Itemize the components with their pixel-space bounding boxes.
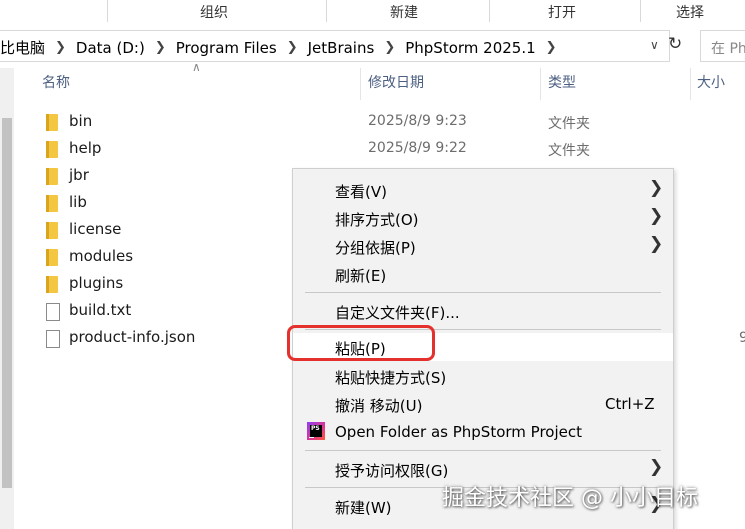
chevron-right-icon[interactable]: ❯ — [149, 40, 172, 55]
folder-icon — [46, 195, 58, 212]
chevron-right-icon[interactable]: ❯ — [281, 40, 304, 55]
chevron-right-icon[interactable]: ❯ — [378, 40, 401, 55]
refresh-icon[interactable]: ↻ — [668, 34, 682, 54]
json-file-icon — [46, 330, 60, 348]
chevron-right-icon[interactable]: ❯ — [540, 40, 563, 55]
breadcrumb-data-drive[interactable]: Data (D:) — [72, 39, 149, 57]
highlight-annotation — [287, 325, 435, 361]
menu-item-refresh[interactable]: 刷新(E) — [293, 260, 673, 288]
file-type: 文件夹 — [548, 143, 590, 159]
file-name: product-info.json — [69, 328, 196, 346]
file-name: jbr — [69, 166, 89, 184]
scrollbar-thumb[interactable] — [2, 118, 12, 488]
menu-separator — [305, 450, 661, 451]
menu-item-open-phpstorm[interactable]: PS Open Folder as PhpStorm Project — [293, 418, 673, 446]
chevron-down-icon[interactable]: ∨ — [650, 38, 659, 52]
column-header-size[interactable]: 大小 — [697, 72, 725, 98]
menu-item-label: Open Folder as PhpStorm Project — [335, 423, 582, 441]
menu-item-label: 粘贴快捷方式(S) — [335, 369, 447, 387]
address-bar[interactable]: 比电脑 ❯ Data (D:) ❯ Program Files ❯ JetBra… — [0, 30, 670, 62]
list-item[interactable]: bin 2025/8/9 9:23 文件夹 — [40, 109, 700, 136]
menu-item-sort-by[interactable]: 排序方式(O) ❯ — [293, 204, 673, 232]
file-size: 9 — [739, 330, 745, 346]
menu-separator — [305, 292, 661, 293]
folder-icon — [46, 141, 58, 158]
folder-icon — [46, 114, 58, 131]
menu-item-label: 分组依据(P) — [335, 239, 416, 257]
ribbon-group-select[interactable]: 选择 — [676, 2, 704, 22]
chevron-right-icon: ❯ — [649, 206, 664, 226]
breadcrumb-phpstorm[interactable]: PhpStorm 2025.1 — [401, 39, 539, 57]
folder-icon — [46, 249, 58, 266]
menu-item-group-by[interactable]: 分组依据(P) ❯ — [293, 232, 673, 260]
column-divider[interactable] — [360, 68, 361, 100]
menu-item-give-access[interactable]: 授予访问权限(G) ❯ — [293, 455, 673, 483]
file-name: license — [69, 220, 122, 238]
menu-item-customize-folder[interactable]: 自定义文件夹(F)... — [293, 297, 673, 325]
breadcrumb: 比电脑 ❯ Data (D:) ❯ Program Files ❯ JetBra… — [0, 37, 563, 58]
sort-ascending-icon: ∧ — [192, 60, 201, 74]
file-name: help — [69, 139, 102, 157]
ribbon: 组织 新建 打开 选择 — [0, 0, 745, 24]
ribbon-group-open[interactable]: 打开 — [548, 2, 576, 22]
text-file-icon — [46, 303, 60, 321]
nav-pane-scrollbar[interactable] — [0, 68, 14, 529]
file-date: 2025/8/9 9:23 — [368, 113, 467, 129]
menu-item-label: 查看(V) — [335, 183, 387, 201]
breadcrumb-jetbrains[interactable]: JetBrains — [304, 39, 379, 57]
chevron-right-icon: ❯ — [649, 178, 664, 198]
ribbon-separator — [107, 0, 108, 22]
file-name: bin — [69, 112, 93, 130]
folder-icon — [46, 168, 58, 185]
column-divider[interactable] — [540, 68, 541, 100]
breadcrumb-this-pc[interactable]: 比电脑 — [0, 37, 49, 58]
list-item[interactable]: help 2025/8/9 9:22 文件夹 — [40, 136, 700, 163]
file-name: plugins — [69, 274, 124, 292]
breadcrumb-program-files[interactable]: Program Files — [172, 39, 281, 57]
chevron-right-icon: ❯ — [649, 457, 664, 477]
column-header-name[interactable]: 名称 — [42, 72, 70, 98]
menu-item-label: 刷新(E) — [335, 267, 387, 285]
phpstorm-icon: PS — [307, 422, 325, 440]
ribbon-separator — [326, 0, 327, 22]
ribbon-separator — [640, 0, 641, 22]
menu-item-label: 撤消 移动(U) — [335, 397, 423, 415]
chevron-right-icon[interactable]: ❯ — [49, 40, 72, 55]
file-name: build.txt — [69, 301, 132, 319]
menu-item-label: 自定义文件夹(F)... — [335, 304, 460, 322]
search-input[interactable]: 在 Ph — [700, 30, 745, 62]
menu-item-label: 新建(W) — [335, 499, 392, 517]
folder-icon — [46, 222, 58, 239]
ribbon-separator — [489, 0, 490, 22]
file-name: lib — [69, 193, 87, 211]
column-header-type[interactable]: 类型 — [548, 72, 576, 98]
ribbon-group-new[interactable]: 新建 — [390, 2, 418, 22]
menu-item-undo-move[interactable]: 撤消 移动(U) Ctrl+Z — [293, 390, 673, 418]
menu-item-label: 授予访问权限(G) — [335, 462, 449, 480]
file-date: 2025/8/9 9:22 — [368, 140, 467, 156]
column-divider[interactable] — [690, 68, 691, 100]
file-name: modules — [69, 247, 134, 265]
watermark: 掘金技术社区 @ 小小目标 — [442, 486, 698, 511]
phpstorm-icon-text: PS — [311, 425, 320, 432]
menu-item-paste-shortcut[interactable]: 粘贴快捷方式(S) — [293, 362, 673, 390]
menu-item-view[interactable]: 查看(V) ❯ — [293, 176, 673, 204]
menu-item-shortcut: Ctrl+Z — [605, 395, 655, 413]
column-header-modified[interactable]: 修改日期 — [368, 72, 424, 98]
ribbon-group-organize[interactable]: 组织 — [200, 2, 228, 22]
chevron-right-icon: ❯ — [649, 234, 664, 254]
menu-item-label: 排序方式(O) — [335, 211, 419, 229]
folder-icon — [46, 276, 58, 293]
file-type: 文件夹 — [548, 116, 590, 132]
